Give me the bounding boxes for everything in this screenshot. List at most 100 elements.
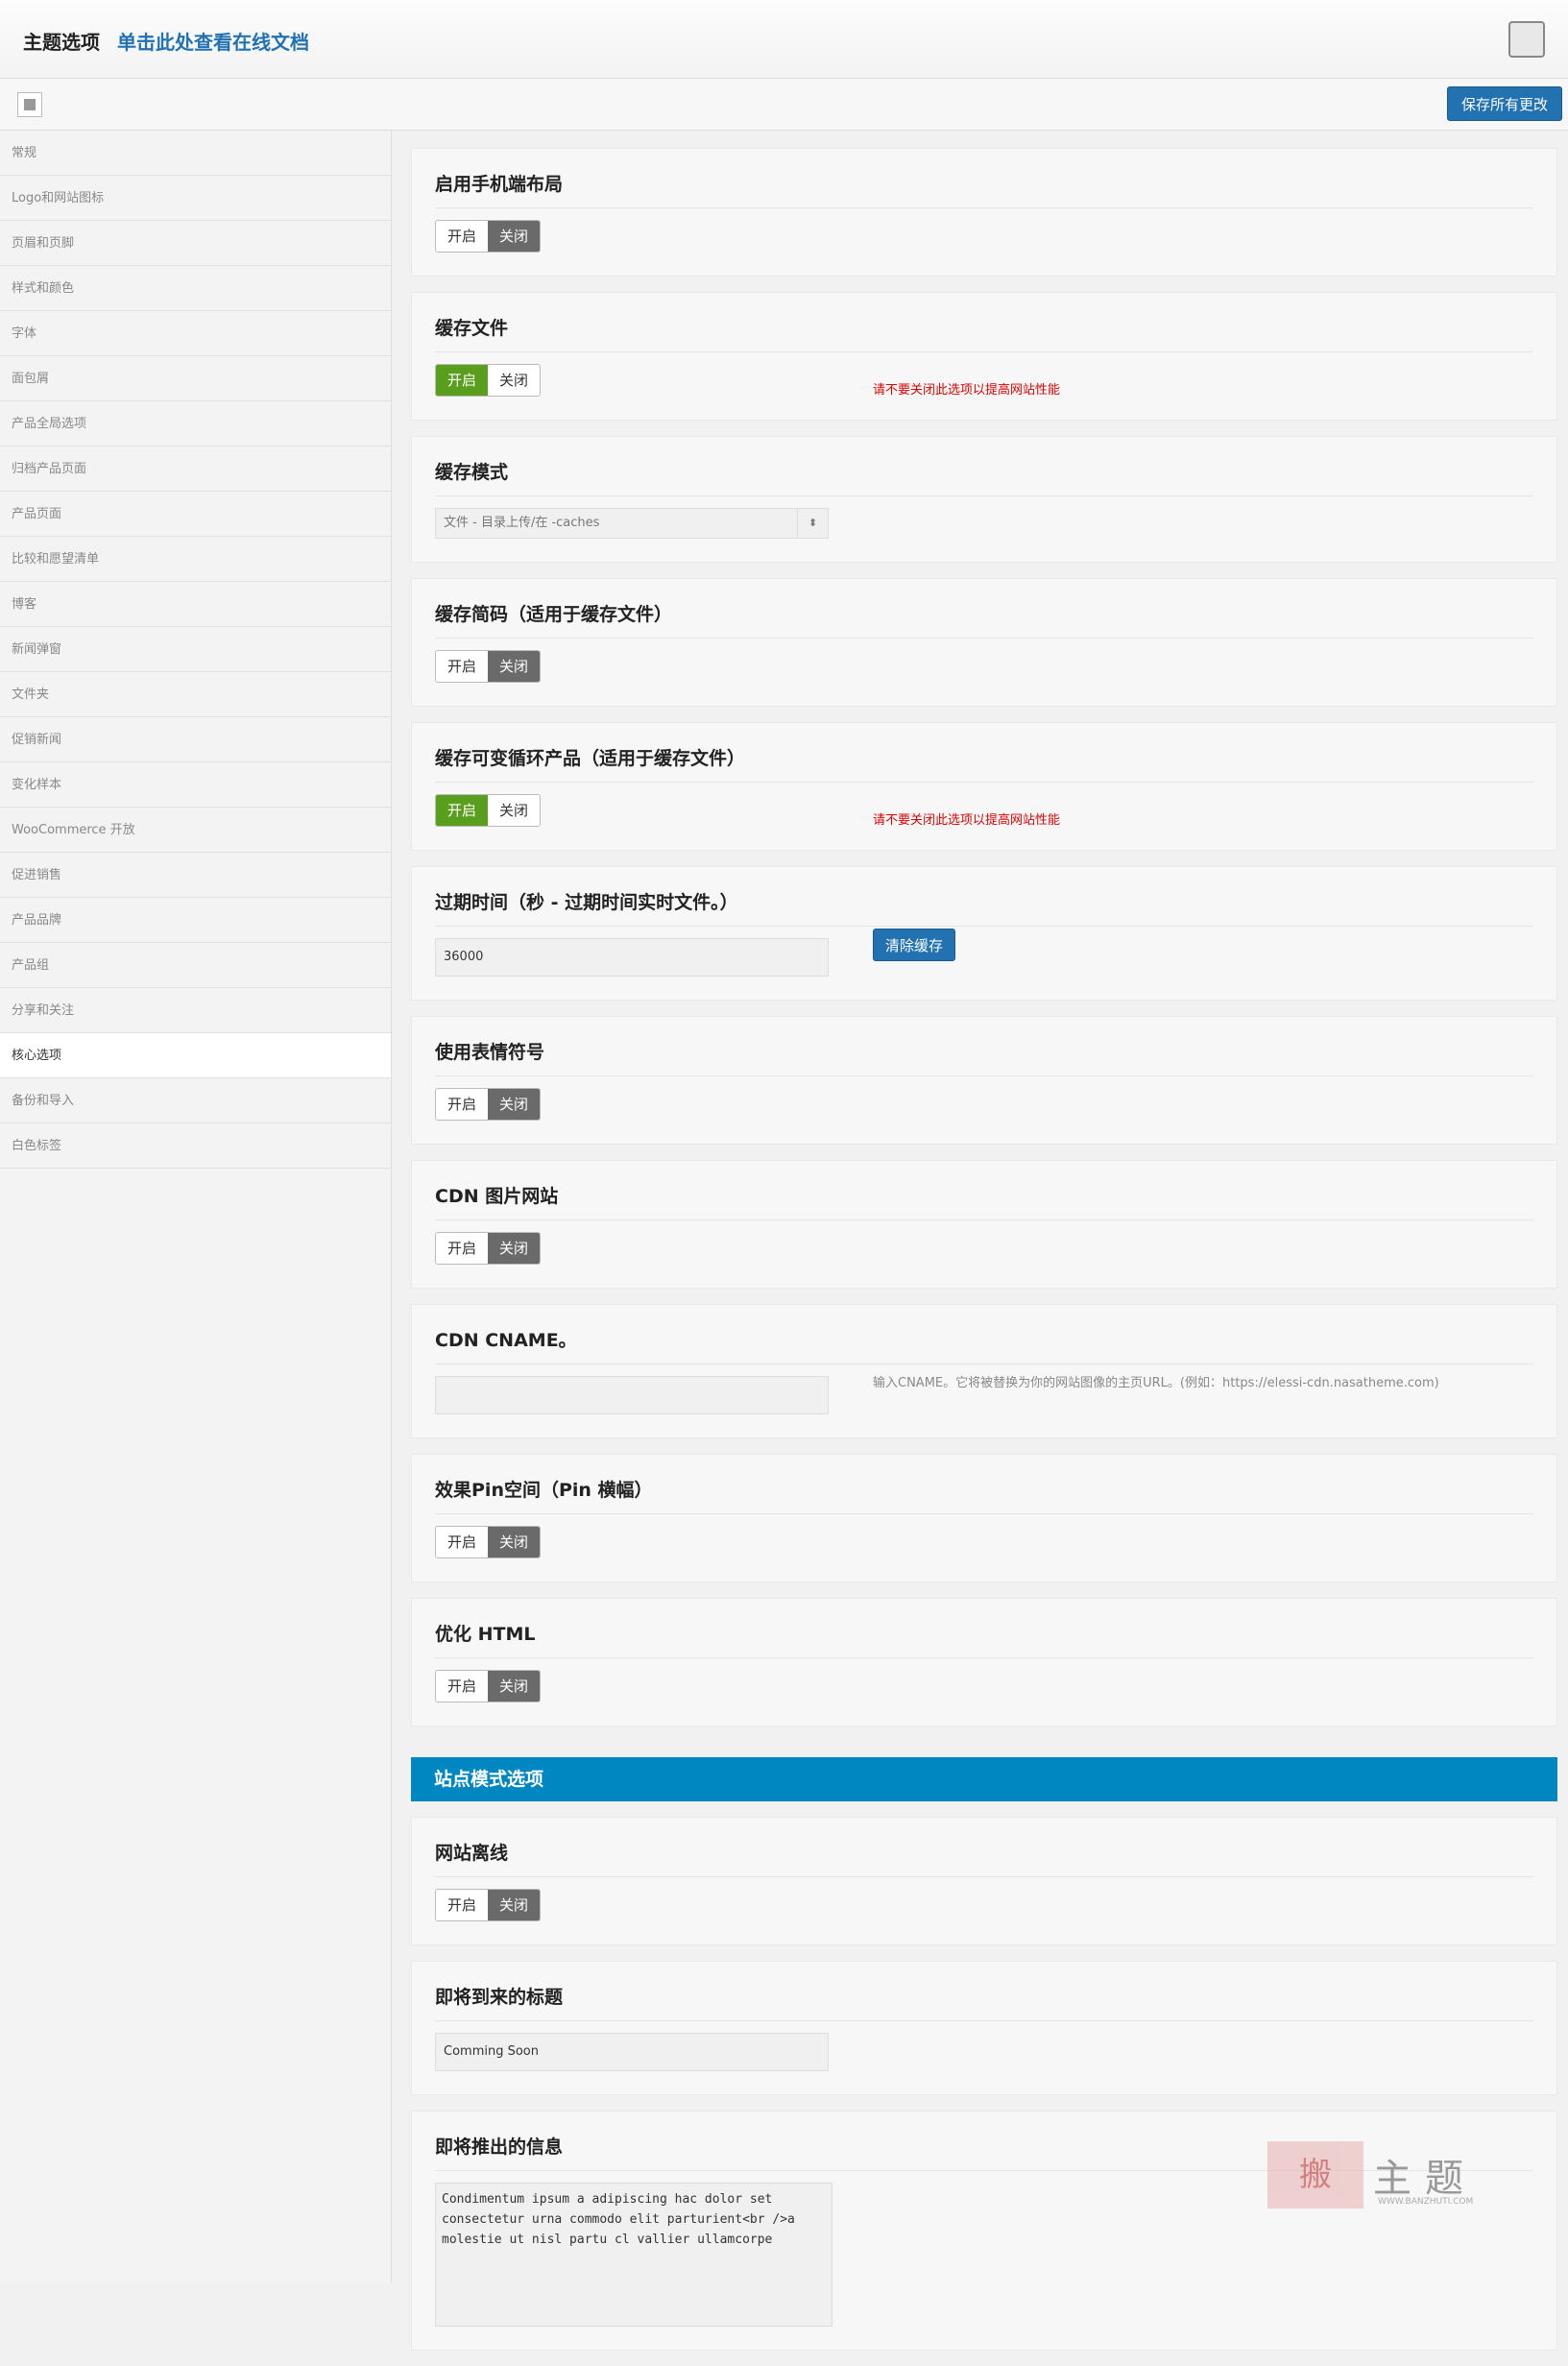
- toggle-on[interactable]: 开启: [436, 1089, 488, 1120]
- watermark-stamp: 搬: [1267, 2141, 1363, 2209]
- section-title: 网站离线: [435, 1839, 1533, 1877]
- toggle-on[interactable]: 开启: [436, 1233, 488, 1264]
- square-icon: [24, 99, 36, 110]
- options-main: 启用手机端布局 开启 关闭 缓存文件 开启 关闭 请不要关闭此选项以提高网站性能 缓…: [411, 148, 1557, 2366]
- section-cache-file: 缓存文件 开启 关闭 请不要关闭此选项以提高网站性能: [411, 292, 1557, 421]
- emoji-toggle[interactable]: 开启 关闭: [435, 1088, 541, 1121]
- section-title: 过期时间（秒 - 过期时间实时文件。）: [435, 888, 1533, 927]
- cdn-cname-input[interactable]: [435, 1376, 829, 1414]
- sidebar-item[interactable]: 核心选项: [0, 1033, 391, 1078]
- site-watermark: 搬 主题 WWW.BANZHUTI.COM: [1267, 2141, 1498, 2209]
- cache-mode-value: 文件 - 目录上传/在 -caches: [444, 516, 600, 530]
- toggle-on[interactable]: 开启: [436, 221, 488, 252]
- sidebar-item[interactable]: 产品品牌: [0, 898, 391, 943]
- section-cache-mode: 缓存模式 文件 - 目录上传/在 -caches ⬍: [411, 436, 1557, 563]
- toggle-off[interactable]: 关闭: [488, 1671, 540, 1702]
- toggle-on[interactable]: 开启: [436, 1671, 488, 1702]
- expand-toggle-button[interactable]: [17, 92, 42, 117]
- toggle-on[interactable]: 开启: [436, 365, 488, 396]
- toggle-off[interactable]: 关闭: [488, 1233, 540, 1264]
- section-site-offline: 网站离线 开启 关闭: [411, 1817, 1557, 1945]
- cdn-cname-hint: 输入CNAME。它将被替换为你的网站图像的主页URL。(例如：https://e…: [873, 1376, 1439, 1390]
- sidebar-item[interactable]: 促销新闻: [0, 717, 391, 762]
- toggle-off[interactable]: 关闭: [488, 1089, 540, 1120]
- sidebar-item[interactable]: 新闻弹窗: [0, 627, 391, 672]
- section-cdn-cname: CDN CNAME。 输入CNAME。它将被替换为你的网站图像的主页URL。(例…: [411, 1304, 1557, 1438]
- select-arrows-icon: ⬍: [797, 509, 828, 538]
- optimize-html-toggle[interactable]: 开启 关闭: [435, 1670, 541, 1702]
- section-pin-space: 效果Pin空间（Pin 横幅） 开启 关闭: [411, 1454, 1557, 1582]
- cache-mode-select[interactable]: 文件 - 目录上传/在 -caches ⬍: [435, 508, 829, 539]
- sidebar-item[interactable]: 样式和颜色: [0, 266, 391, 311]
- cache-variable-warning: 请不要关闭此选项以提高网站性能: [873, 813, 1061, 828]
- sidebar-item[interactable]: 分享和关注: [0, 988, 391, 1033]
- options-toolbar: 保存所有更改: [0, 79, 1568, 131]
- site-offline-toggle[interactable]: 开启 关闭: [435, 1889, 541, 1921]
- watermark-text: 主题: [1373, 2157, 1477, 2201]
- sidebar-item[interactable]: 促进销售: [0, 853, 391, 898]
- sidebar-item[interactable]: 产品全局选项: [0, 401, 391, 447]
- sidebar-item[interactable]: 比较和愿望清单: [0, 537, 391, 582]
- section-title: 优化 HTML: [435, 1620, 1533, 1658]
- section-cache-variable: 缓存可变循环产品（适用于缓存文件） 开启 关闭 请不要关闭此选项以提高网站性能: [411, 722, 1557, 851]
- sidebar-item[interactable]: 面包屑: [0, 356, 391, 401]
- cache-variable-toggle[interactable]: 开启 关闭: [435, 794, 541, 827]
- section-title: 缓存模式: [435, 458, 1533, 496]
- section-title: 缓存可变循环产品（适用于缓存文件）: [435, 744, 1533, 783]
- toggle-on[interactable]: 开启: [436, 1890, 488, 1920]
- sidebar-item[interactable]: WooCommerce 开放: [0, 808, 391, 853]
- sidebar-item[interactable]: 字体: [0, 311, 391, 356]
- page-header: 主题选项 单击此处查看在线文档: [0, 0, 1568, 79]
- pin-space-toggle[interactable]: 开启 关闭: [435, 1526, 541, 1558]
- page-title: 主题选项: [23, 31, 100, 54]
- toggle-on[interactable]: 开启: [436, 795, 488, 826]
- sidebar-item[interactable]: 变化样本: [0, 762, 391, 808]
- sidebar-item[interactable]: 文件夹: [0, 672, 391, 717]
- toggle-off[interactable]: 关闭: [488, 795, 540, 826]
- expire-time-input[interactable]: 36000: [435, 938, 829, 977]
- coming-message-textarea[interactable]: Condimentum ipsum a adipiscing hac dolor…: [435, 2183, 832, 2327]
- online-docs-link[interactable]: 单击此处查看在线文档: [117, 27, 309, 55]
- mobile-layout-toggle[interactable]: 开启 关闭: [435, 220, 541, 253]
- sidebar-item[interactable]: 产品组: [0, 943, 391, 988]
- section-title: 效果Pin空间（Pin 横幅）: [435, 1476, 1533, 1514]
- section-title: 缓存简码（适用于缓存文件）: [435, 600, 1533, 639]
- theme-logo-icon: [1508, 21, 1545, 58]
- cdn-images-toggle[interactable]: 开启 关闭: [435, 1232, 541, 1265]
- section-expire-time: 过期时间（秒 - 过期时间实时文件。） 36000 清除缓存: [411, 866, 1557, 1001]
- section-title: 启用手机端布局: [435, 170, 1533, 208]
- section-title: 即将到来的标题: [435, 1983, 1533, 2021]
- cache-shortcode-toggle[interactable]: 开启 关闭: [435, 650, 541, 683]
- sidebar-item[interactable]: Logo和网站图标: [0, 176, 391, 221]
- toggle-off[interactable]: 关闭: [488, 1527, 540, 1557]
- toggle-off[interactable]: 关闭: [488, 1890, 540, 1920]
- options-sidebar: 常规 Logo和网站图标 页眉和页脚 样式和颜色 字体 面包屑 产品全局选项 归档产品页面 产品…: [0, 131, 392, 2282]
- save-all-button[interactable]: 保存所有更改: [1446, 86, 1562, 121]
- toggle-off[interactable]: 关闭: [488, 651, 540, 682]
- cache-file-warning: 请不要关闭此选项以提高网站性能: [873, 383, 1061, 398]
- section-title: CDN CNAME。: [435, 1326, 1533, 1364]
- site-mode-banner: 站点模式选项: [411, 1757, 1557, 1801]
- section-title: 使用表情符号: [435, 1038, 1533, 1076]
- sidebar-item[interactable]: 常规: [0, 131, 391, 176]
- cache-file-toggle[interactable]: 开启 关闭: [435, 364, 541, 397]
- sidebar-item[interactable]: 页眉和页脚: [0, 221, 391, 266]
- coming-title-input[interactable]: Comming Soon: [435, 2033, 829, 2071]
- toggle-off[interactable]: 关闭: [488, 221, 540, 252]
- sidebar-item[interactable]: 白色标签: [0, 1123, 391, 1169]
- sidebar-item[interactable]: 备份和导入: [0, 1078, 391, 1123]
- section-title: 缓存文件: [435, 314, 1533, 352]
- toggle-off[interactable]: 关闭: [488, 365, 540, 396]
- section-cdn-images: CDN 图片网站 开启 关闭: [411, 1160, 1557, 1289]
- sidebar-item[interactable]: 博客: [0, 582, 391, 627]
- clear-cache-button[interactable]: 清除缓存: [873, 929, 956, 961]
- sidebar-item[interactable]: 归档产品页面: [0, 447, 391, 492]
- toggle-on[interactable]: 开启: [436, 651, 488, 682]
- watermark-url: WWW.BANZHUTI.COM: [1378, 2197, 1474, 2207]
- section-cache-shortcode: 缓存简码（适用于缓存文件） 开启 关闭: [411, 578, 1557, 707]
- sidebar-item[interactable]: 产品页面: [0, 492, 391, 537]
- section-title: CDN 图片网站: [435, 1182, 1533, 1220]
- toggle-on[interactable]: 开启: [436, 1527, 488, 1557]
- section-emoji: 使用表情符号 开启 关闭: [411, 1016, 1557, 1145]
- section-coming-title: 即将到来的标题 Comming Soon: [411, 1961, 1557, 2095]
